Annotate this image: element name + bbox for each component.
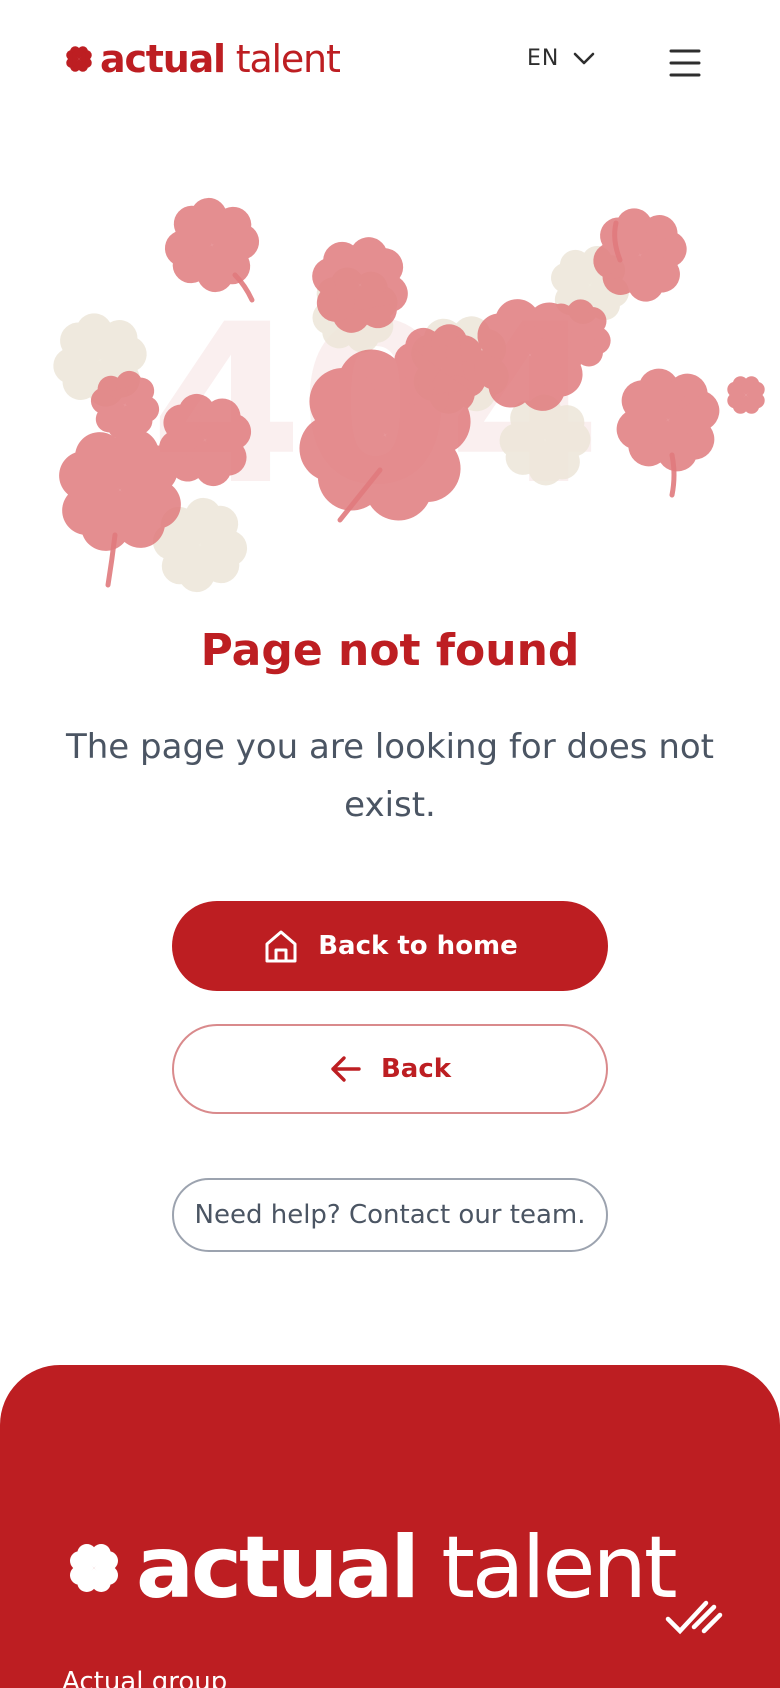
site-header: actual talent EN — [0, 0, 780, 130]
clover-cluster-illustration — [45, 195, 765, 602]
language-selector[interactable]: EN — [527, 46, 595, 71]
logo-link[interactable]: actual talent — [62, 37, 341, 81]
back-to-home-button[interactable]: Back to home — [172, 901, 608, 991]
error-message: The page you are looking for does not ex… — [65, 727, 715, 825]
site-footer: actual talent Actual group — [0, 1365, 780, 1688]
footer-logo-wordmark: actual talent — [136, 1525, 678, 1611]
back-button[interactable]: Back — [172, 1024, 608, 1114]
clover-shape-pink-1 — [155, 195, 269, 302]
footer-clover-icon — [70, 1544, 118, 1592]
logo-text-bold: actual — [100, 37, 226, 81]
arrow-left-icon — [331, 1056, 361, 1082]
hamburger-menu-icon[interactable] — [668, 46, 702, 80]
contact-team-link[interactable]: Need help? Contact our team. — [172, 1178, 608, 1252]
clover-shape-pink-11 — [610, 362, 726, 478]
footer-logo-text-bold: actual — [136, 1518, 420, 1618]
clover-stem-5 — [669, 452, 677, 498]
checkmark-stripes-icon — [665, 1600, 723, 1635]
error-illustration: 404 — [0, 195, 780, 635]
page-title: Page not found — [200, 625, 580, 676]
home-icon — [265, 930, 297, 963]
footer-group-label: Actual group — [62, 1667, 228, 1688]
language-label: EN — [527, 46, 560, 71]
clover-shape-pink-12 — [727, 376, 765, 414]
logo-text-light: talent — [224, 37, 341, 81]
footer-logo-text-light: talent — [416, 1518, 677, 1618]
chevron-down-icon — [574, 52, 595, 64]
clover-icon — [66, 46, 92, 72]
footer-logo[interactable]: actual talent — [62, 1525, 678, 1611]
back-label: Back — [380, 1054, 452, 1084]
back-to-home-label: Back to home — [318, 931, 518, 961]
logo-wordmark: actual talent — [100, 37, 341, 81]
